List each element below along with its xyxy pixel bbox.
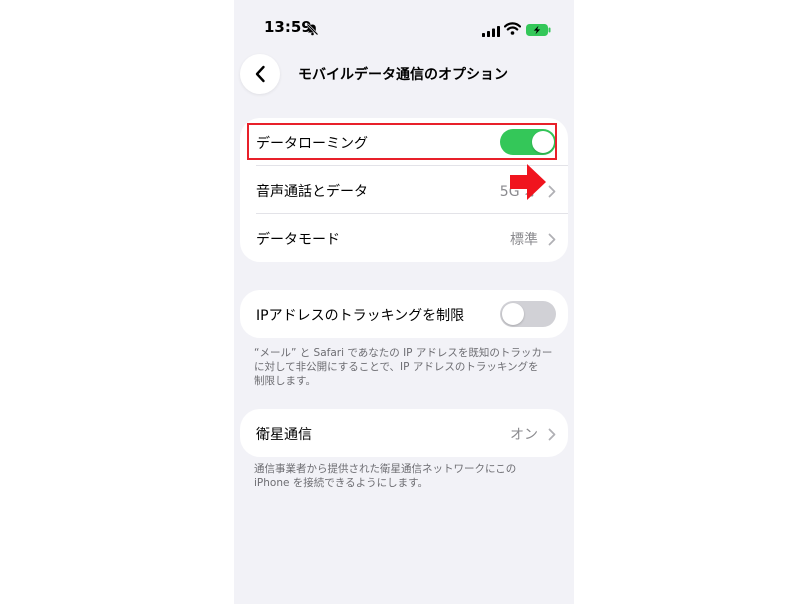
data-mode-row[interactable]: データモード 標準 [240, 214, 568, 262]
bell-slash-icon [306, 21, 319, 40]
ip-tracking-row[interactable]: IPアドレスのトラッキングを制限 [240, 290, 568, 338]
footnote-line: 制限します。 [254, 375, 316, 387]
chevron-left-icon [255, 65, 265, 83]
phone-screen: 13:59 モバイルデータ通信のオプション データローミング 音声通話とデータ … [234, 0, 574, 604]
cellular-signal-icon [482, 22, 500, 41]
chevron-right-icon [548, 426, 556, 445]
ip-tracking-footnote: “メール” と Safari であなたの IP アドレスを既知のトラッカー に対… [254, 346, 560, 388]
ip-tracking-group: IPアドレスのトラッキングを制限 [240, 290, 568, 338]
status-bar: 13:59 [234, 0, 574, 56]
ip-tracking-label: IPアドレスのトラッキングを制限 [256, 308, 465, 324]
ip-tracking-toggle[interactable] [500, 301, 556, 327]
satellite-label: 衛星通信 [256, 427, 312, 443]
satellite-row[interactable]: 衛星通信 オン [240, 409, 568, 457]
footnote-line: iPhone を接続できるようにします。 [254, 477, 429, 489]
red-arrow-icon [510, 164, 546, 204]
satellite-value: オン [510, 427, 538, 443]
status-time: 13:59 [264, 18, 312, 36]
data-mode-label: データモード [256, 232, 340, 248]
back-button[interactable] [240, 54, 280, 94]
toggle-knob [502, 303, 524, 325]
satellite-footnote: 通信事業者から提供された衛星通信ネットワークにこの iPhone を接続できるよ… [254, 462, 560, 490]
data-mode-value: 標準 [510, 232, 538, 248]
footnote-line: に対して非公開にすることで、IP アドレスのトラッキングを [254, 361, 539, 373]
footnote-line: 通信事業者から提供された衛星通信ネットワークにこの [254, 463, 517, 475]
battery-charging-icon [526, 21, 551, 40]
highlight-box [247, 123, 557, 160]
footnote-line: “メール” と Safari であなたの IP アドレスを既知のトラッカー [254, 347, 553, 359]
voice-data-label: 音声通話とデータ [256, 184, 368, 200]
page-title: モバイルデータ通信のオプション [298, 67, 508, 83]
chevron-right-icon [548, 231, 556, 250]
satellite-group: 衛星通信 オン [240, 409, 568, 457]
chevron-right-icon [548, 183, 556, 202]
wifi-icon [503, 20, 522, 39]
